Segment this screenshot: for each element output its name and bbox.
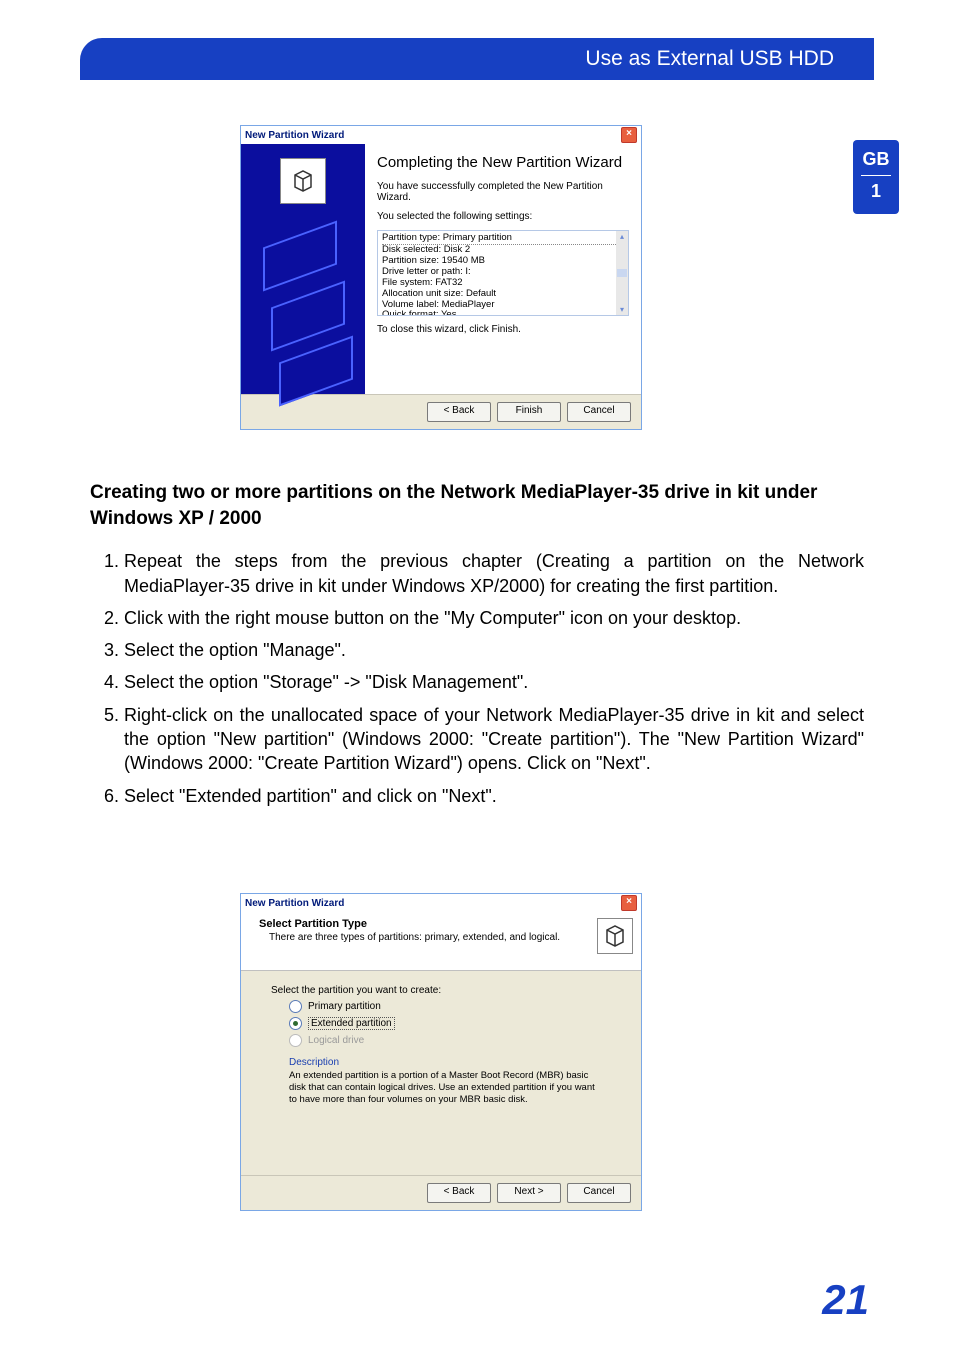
back-button[interactable]: < Back bbox=[427, 1183, 491, 1203]
wizard2-header-title: Select Partition Type bbox=[259, 918, 631, 930]
wizard1-button-row: < Back Finish Cancel bbox=[241, 394, 641, 429]
wizard1-sidebar-graphic bbox=[241, 144, 365, 394]
close-icon[interactable]: × bbox=[621, 127, 637, 143]
cancel-button[interactable]: Cancel bbox=[567, 1183, 631, 1203]
radio-icon bbox=[289, 1034, 302, 1047]
radio-primary-partition[interactable]: Primary partition bbox=[289, 1000, 611, 1013]
radio-label: Logical drive bbox=[308, 1035, 364, 1046]
wizard2-header-sub: There are three types of partitions: pri… bbox=[269, 932, 631, 943]
scroll-down-icon[interactable]: ▾ bbox=[620, 305, 624, 314]
wizard2-button-row: < Back Next > Cancel bbox=[241, 1175, 641, 1210]
finish-button[interactable]: Finish bbox=[497, 402, 561, 422]
wizard1-title: New Partition Wizard bbox=[245, 130, 344, 141]
settings-line: Allocation unit size: Default bbox=[382, 289, 624, 300]
wizard1-success-text: You have successfully completed the New … bbox=[377, 181, 629, 203]
settings-line: File system: FAT32 bbox=[382, 278, 624, 289]
description-box: Description An extended partition is a p… bbox=[289, 1057, 611, 1106]
description-text: An extended partition is a portion of a … bbox=[289, 1070, 599, 1106]
radio-label: Primary partition bbox=[308, 1001, 381, 1012]
wizard1-titlebar: New Partition Wizard × bbox=[241, 126, 641, 144]
wizard2-header: Select Partition Type There are three ty… bbox=[241, 912, 641, 971]
wizard1-close-text: To close this wizard, click Finish. bbox=[377, 324, 629, 335]
disk-icon bbox=[597, 918, 633, 954]
radio-logical-drive: Logical drive bbox=[289, 1034, 611, 1047]
step-item: Select "Extended partition" and click on… bbox=[124, 784, 864, 808]
side-tab-divider bbox=[861, 175, 891, 176]
step-item: Click with the right mouse button on the… bbox=[124, 606, 864, 630]
scrollbar[interactable]: ▴ ▾ bbox=[616, 231, 628, 315]
description-label: Description bbox=[289, 1057, 611, 1068]
wizard2-prompt: Select the partition you want to create: bbox=[271, 985, 611, 996]
side-tab-chapter: 1 bbox=[853, 180, 899, 203]
back-button[interactable]: < Back bbox=[427, 402, 491, 422]
scroll-up-icon[interactable]: ▴ bbox=[620, 232, 624, 241]
wizard-select-type-dialog: New Partition Wizard × Select Partition … bbox=[240, 893, 642, 1211]
wizard1-selected-label: You selected the following settings: bbox=[377, 211, 629, 222]
step-item: Select the option "Manage". bbox=[124, 638, 864, 662]
close-icon[interactable]: × bbox=[621, 895, 637, 911]
wizard2-titlebar: New Partition Wizard × bbox=[241, 894, 641, 912]
wizard1-settings-list: Partition type: Primary partition Disk s… bbox=[377, 230, 629, 316]
page-header-title: Use as External USB HDD bbox=[585, 47, 834, 71]
radio-icon bbox=[289, 1017, 302, 1030]
side-tab-lang: GB bbox=[853, 148, 899, 171]
radio-extended-partition[interactable]: Extended partition bbox=[289, 1017, 611, 1030]
radio-icon bbox=[289, 1000, 302, 1013]
side-tab: GB 1 bbox=[853, 140, 899, 214]
wizard1-heading: Completing the New Partition Wizard bbox=[377, 154, 629, 171]
scroll-thumb[interactable] bbox=[617, 269, 627, 277]
cancel-button[interactable]: Cancel bbox=[567, 402, 631, 422]
disk-icon bbox=[280, 158, 326, 204]
steps-list: Repeat the steps from the previous chapt… bbox=[90, 549, 864, 808]
step-item: Select the option "Storage" -> "Disk Man… bbox=[124, 670, 864, 694]
next-button[interactable]: Next > bbox=[497, 1183, 561, 1203]
radio-label: Extended partition bbox=[308, 1017, 395, 1030]
wizard2-title: New Partition Wizard bbox=[245, 898, 344, 909]
page-number: 21 bbox=[822, 1276, 869, 1324]
section-heading: Creating two or more partitions on the N… bbox=[90, 480, 864, 531]
step-item: Right-click on the unallocated space of … bbox=[124, 703, 864, 776]
wizard-complete-dialog: New Partition Wizard × Completing the Ne… bbox=[240, 125, 642, 430]
step-item: Repeat the steps from the previous chapt… bbox=[124, 549, 864, 598]
settings-line: Quick format: Yes bbox=[382, 310, 624, 316]
page-header: Use as External USB HDD bbox=[80, 38, 874, 80]
